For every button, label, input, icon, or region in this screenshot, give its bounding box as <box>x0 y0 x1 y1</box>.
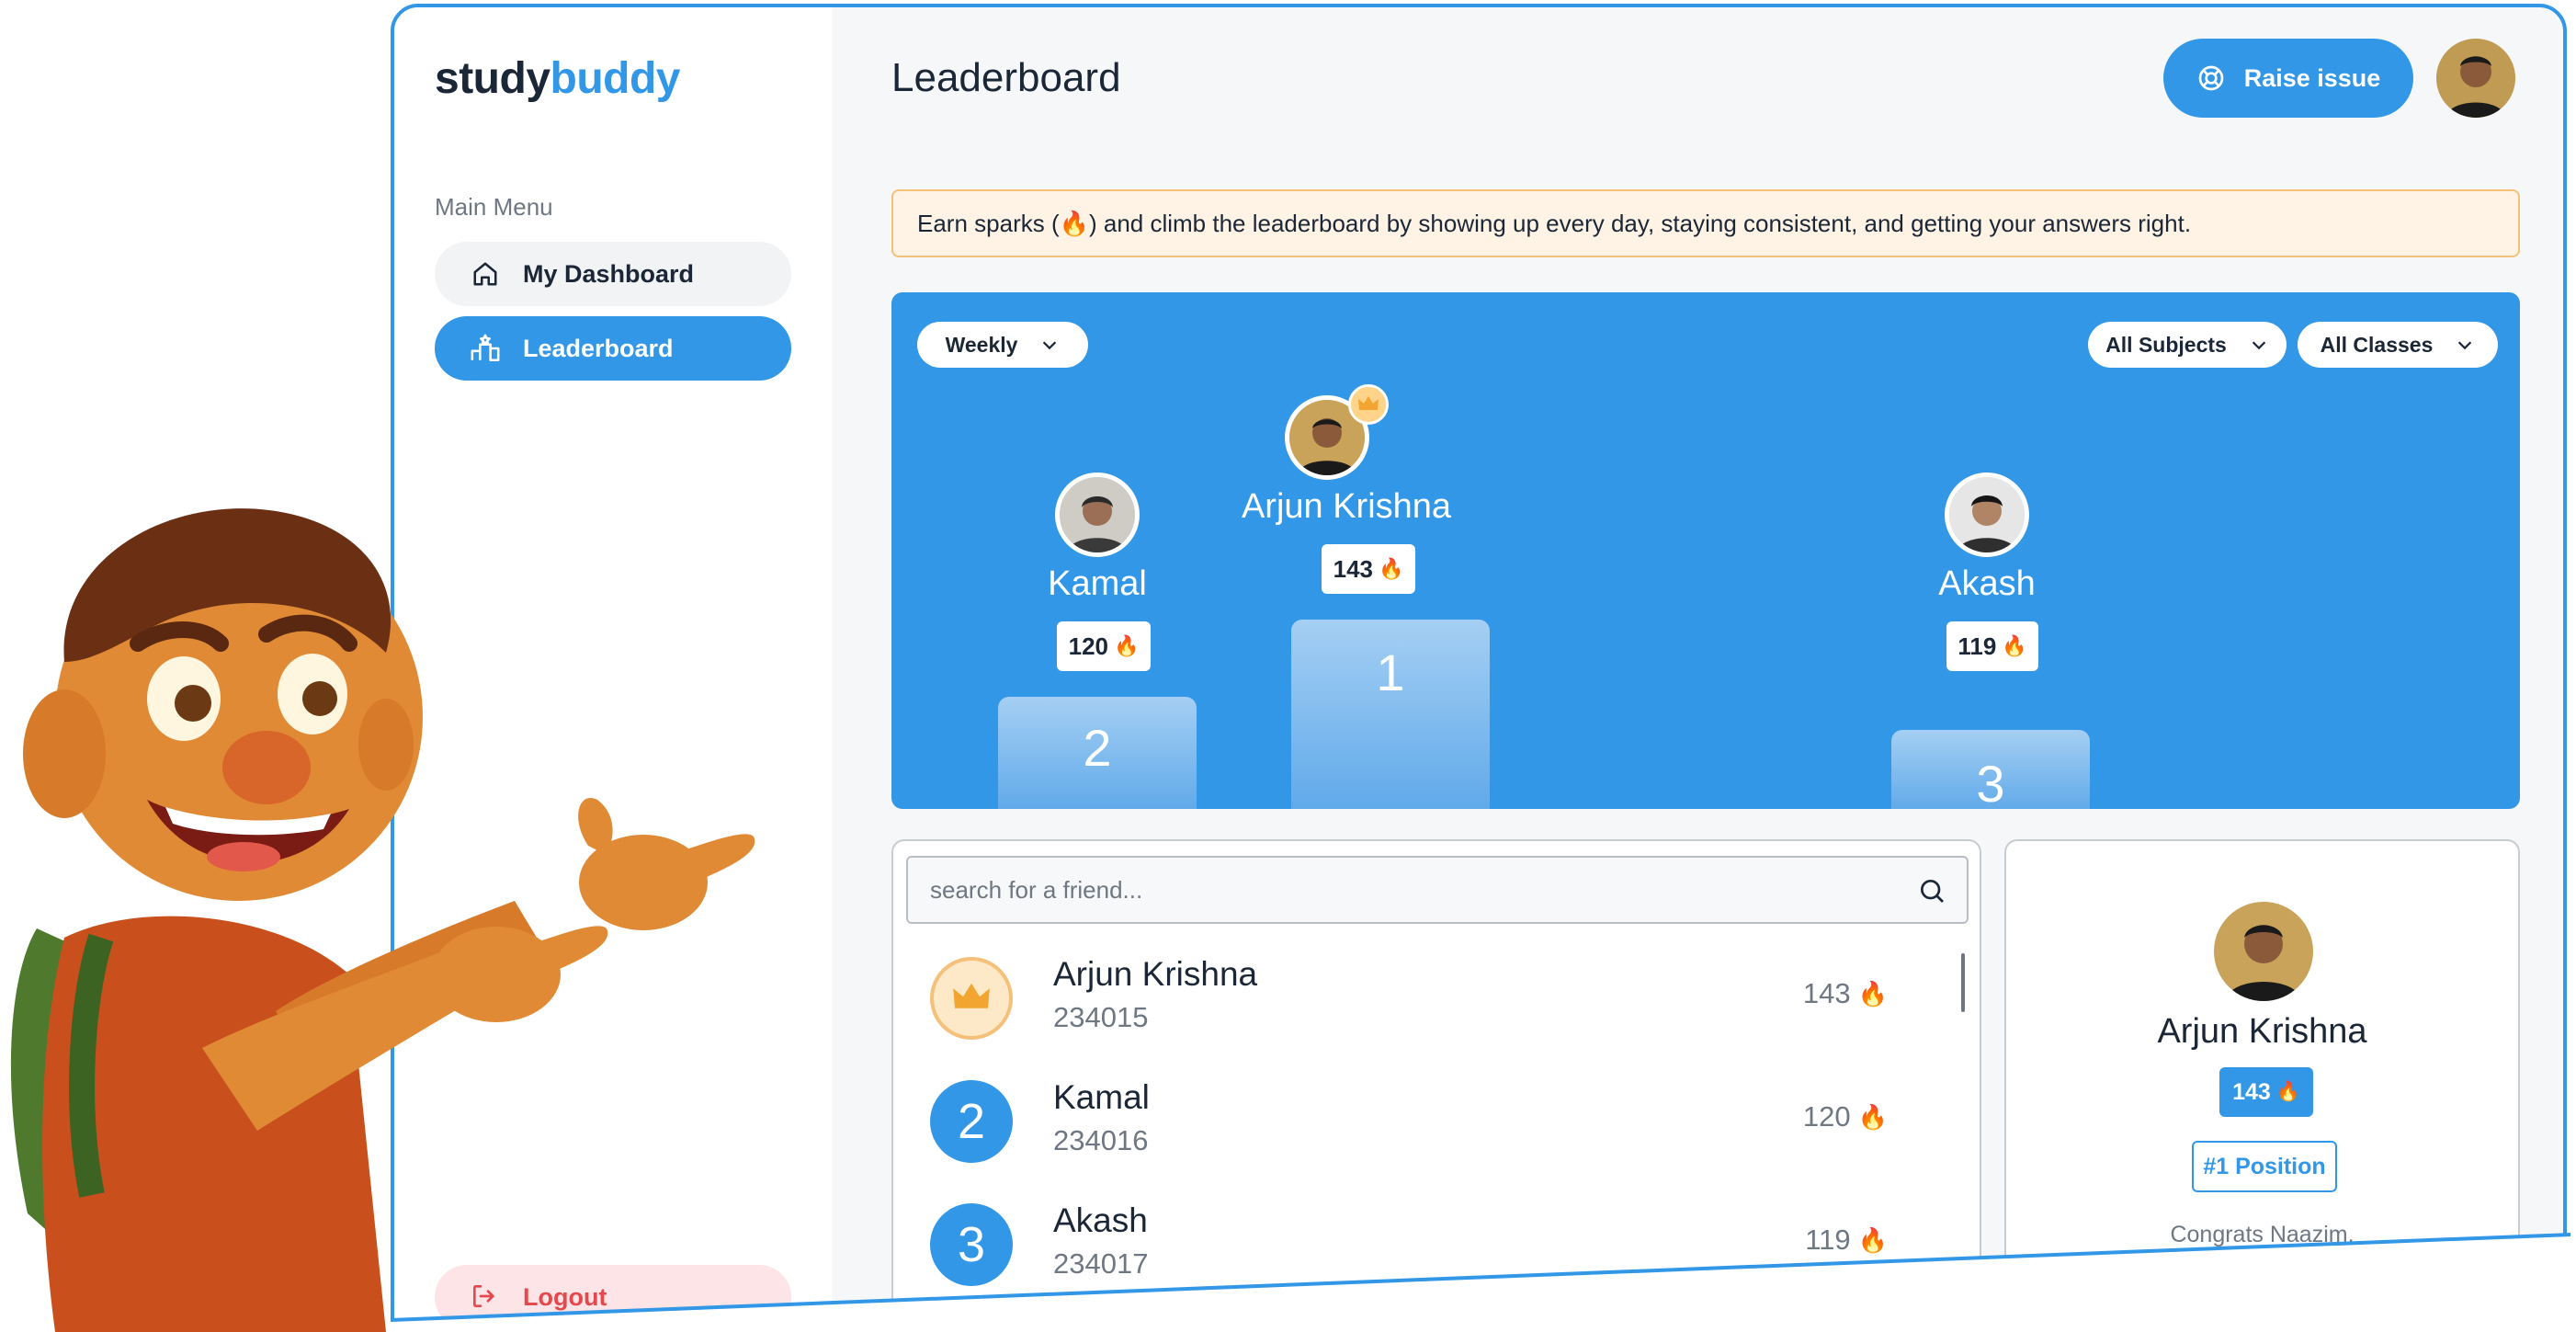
second-place-avatar[interactable] <box>1055 472 1140 557</box>
third-place-name: Akash <box>1938 564 2036 603</box>
list-item[interactable]: 2 Kamal 234016 120 🔥 <box>930 1073 1932 1174</box>
spark-icon: 🔥 <box>1114 634 1140 657</box>
first-place-name: Arjun Krishna <box>1241 487 1452 526</box>
page-title: Leaderboard <box>891 55 1121 100</box>
podium-panel: Weekly All Subjects All Classes Arjun Kr… <box>891 292 2520 809</box>
list-item-id: 234017 <box>1053 1247 1149 1280</box>
home-icon <box>470 258 501 290</box>
spark-icon: 🔥 <box>1857 979 1888 1008</box>
class-select[interactable]: All Classes <box>2298 322 2498 368</box>
chevron-down-icon <box>1043 341 1057 350</box>
crown-icon <box>1348 384 1389 425</box>
profile-avatar <box>2214 902 2313 1001</box>
sidebar-item-label: My Dashboard <box>523 259 695 288</box>
list-item-id: 234016 <box>1053 1124 1149 1156</box>
crown-icon <box>930 957 1013 1040</box>
brand-logo[interactable]: studybuddy <box>435 53 681 104</box>
spark-icon: 🔥 <box>2002 634 2027 657</box>
chevron-down-icon <box>2458 341 2472 350</box>
raise-issue-button[interactable]: Raise issue <box>2163 39 2413 118</box>
sidebar-item-leaderboard[interactable]: Leaderboard <box>435 316 791 381</box>
search-box <box>906 856 1969 924</box>
list-item-name: Akash <box>1053 1201 1148 1239</box>
sidebar-item-label: Leaderboard <box>523 334 674 362</box>
third-place-score: 119 🔥 <box>1946 621 2038 671</box>
profile-position-badge: #1 Position <box>2192 1141 2337 1192</box>
list-item-score: 143 🔥 <box>1802 977 1888 1009</box>
list-item[interactable]: Arjun Krishna 234015 143 🔥 <box>930 950 1932 1051</box>
podium-icon <box>470 333 501 364</box>
leaderboard-list-panel: Arjun Krishna 234015 143 🔥 2 Kamal 23401… <box>891 839 1981 1324</box>
rank-badge: 2 <box>930 1080 1013 1163</box>
profile-name: Arjun Krishna <box>2157 1012 2367 1051</box>
chevron-down-icon <box>2252 341 2266 350</box>
list-item-id: 234015 <box>1053 1001 1149 1033</box>
sidebar-item-dashboard[interactable]: My Dashboard <box>435 242 791 306</box>
spark-icon: 🔥 <box>1857 1102 1888 1131</box>
list-item[interactable]: 3 Akash 234017 119 🔥 <box>930 1196 1932 1297</box>
subject-select[interactable]: All Subjects <box>2088 322 2287 368</box>
search-input[interactable] <box>930 875 1904 905</box>
second-place-block: 2 <box>998 697 1197 809</box>
first-place-block: 1 <box>1291 620 1490 809</box>
list-item-name: Kamal <box>1053 1078 1150 1116</box>
user-avatar[interactable] <box>2436 39 2515 118</box>
raise-issue-label: Raise issue <box>2243 63 2381 92</box>
period-select[interactable]: Weekly <box>917 322 1088 368</box>
mascot-boy-pointing <box>10 508 755 1332</box>
list-item-score: 120 🔥 <box>1802 1100 1888 1133</box>
spark-icon: 🔥 <box>2275 1081 2300 1102</box>
spark-notice: Earn sparks (🔥) and climb the leaderboar… <box>891 189 2520 257</box>
spark-icon: 🔥 <box>1857 1225 1888 1254</box>
second-place-name: Kamal <box>1048 564 1147 603</box>
second-place-score: 120 🔥 <box>1057 621 1151 671</box>
profile-score: 143 🔥 <box>2219 1067 2313 1117</box>
third-place-avatar[interactable] <box>1945 472 2029 557</box>
search-icon[interactable] <box>1917 876 1946 905</box>
profile-card: Arjun Krishna 143 🔥 #1 Position Congrats… <box>2004 839 2520 1324</box>
rank-badge: 3 <box>930 1203 1013 1286</box>
profile-message: Congrats Naazim, <box>2170 1222 2355 1247</box>
list-scrollbar[interactable] <box>1961 953 1965 1012</box>
third-place-block: 3 <box>1891 730 2090 809</box>
first-place-score: 143 🔥 <box>1322 544 1415 594</box>
spark-icon: 🔥 <box>1379 557 1404 580</box>
lifebuoy-icon <box>2198 65 2224 91</box>
list-item-score: 119 🔥 <box>1805 1224 1888 1256</box>
list-item-name: Arjun Krishna <box>1053 955 1258 993</box>
menu-title: Main Menu <box>435 193 553 221</box>
